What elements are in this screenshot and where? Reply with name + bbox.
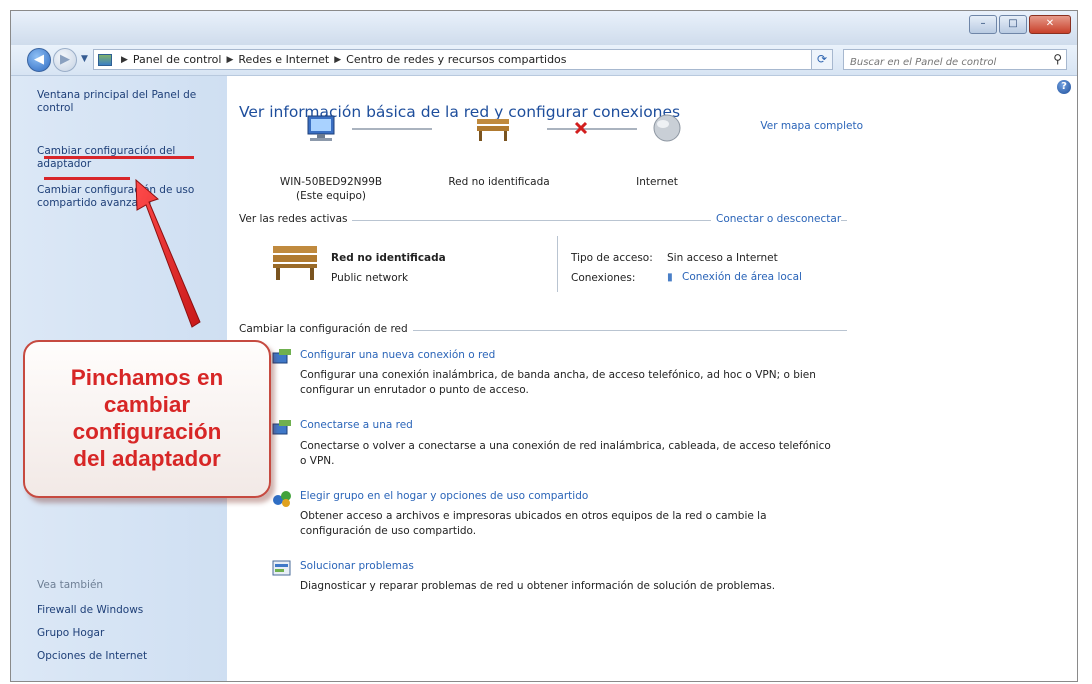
search-box[interactable]: ⚲ (843, 49, 1067, 72)
internet-node-label: Internet (636, 176, 678, 188)
main-content: ? Ver información básica de la red y con… (227, 76, 1077, 681)
breadcrumb-redes-e-internet[interactable]: Redes e Internet (238, 53, 329, 66)
connect-to-network-link[interactable]: Conectarse a una red (300, 419, 413, 431)
maximize-button[interactable]: □ (999, 15, 1027, 34)
control-panel-home-link[interactable]: Ventana principal del Panel de control (37, 89, 207, 115)
see-also-firewall-link[interactable]: Firewall de Windows (37, 604, 143, 617)
connect-to-network-desc-2: o VPN. (300, 455, 335, 467)
new-connection-icon (272, 349, 291, 364)
computer-icon (307, 115, 335, 141)
address-bar[interactable]: ▶ Panel de control ▶ Redes e Internet ▶ … (93, 49, 833, 70)
navigation-bar: ◀ ▶ ▼ ▶ Panel de control ▶ Redes e Inter… (11, 45, 1077, 76)
close-button[interactable]: ✕ (1029, 15, 1071, 34)
connection-plug-icon: ▮ (667, 271, 673, 283)
this-computer-caption: (Este equipo) (296, 190, 366, 202)
help-icon[interactable]: ? (1057, 80, 1071, 94)
callout-line-2: cambiar (103, 392, 191, 417)
breadcrumb-centro-de-redes[interactable]: Centro de redes y recursos compartidos (346, 53, 566, 66)
callout-line-4: del adaptador (73, 446, 221, 471)
breadcrumb-separator-icon[interactable]: ▶ (121, 55, 128, 65)
homegroup-sharing-link[interactable]: Elegir grupo en el hogar y opciones de u… (300, 490, 588, 502)
connect-or-disconnect-link[interactable]: Conectar o desconectar (711, 213, 842, 225)
callout-line-3: configuración (72, 419, 222, 444)
minimize-button[interactable]: – (969, 15, 997, 34)
see-also-internet-options-link[interactable]: Opciones de Internet (37, 650, 147, 663)
control-panel-icon (98, 53, 112, 66)
title-bar: – □ ✕ (11, 11, 1077, 45)
public-network-bench-icon (273, 246, 317, 280)
this-computer-node: WIN-50BED92N99B (Este equipo) (279, 175, 383, 203)
callout-line-1: Pinchamos en (70, 365, 224, 390)
access-type-label: Tipo de acceso: (571, 252, 653, 264)
setup-new-connection-link[interactable]: Configurar una nueva conexión o red (300, 349, 495, 361)
connect-to-network-icon (272, 420, 291, 435)
control-panel-window: – □ ✕ ◀ ▶ ▼ ▶ Panel de control ▶ Redes e… (10, 10, 1078, 682)
annotation-underline (44, 177, 130, 180)
active-network-type: Public network (331, 272, 409, 284)
refresh-icon[interactable]: ⟳ (811, 49, 833, 70)
active-networks-heading: Ver las redes activas (239, 213, 353, 225)
homegroup-sharing-desc-1: Obtener acceso a archivos e impresoras u… (300, 510, 767, 522)
network-node-label: Red no identificada (448, 176, 550, 188)
computer-name-label: WIN-50BED92N99B (279, 176, 383, 188)
search-icon[interactable]: ⚲ (1053, 52, 1062, 66)
advanced-sharing-settings-link[interactable]: Cambiar configuración de uso compartido … (37, 184, 194, 210)
homegroup-icon (273, 491, 291, 507)
access-type-value: Sin acceso a Internet (667, 252, 778, 264)
setup-new-connection-desc-1: Configurar una conexión inalámbrica, de … (300, 369, 816, 381)
back-button[interactable]: ◀ (27, 48, 51, 72)
troubleshoot-problems-link[interactable]: Solucionar problemas (300, 560, 414, 572)
recent-pages-dropdown-icon[interactable]: ▼ (81, 54, 88, 64)
unidentified-network-bench-icon (477, 119, 509, 141)
forward-button[interactable]: ▶ (53, 48, 77, 72)
breadcrumb-panel-de-control[interactable]: Panel de control (133, 53, 222, 66)
network-details-separator (557, 236, 558, 292)
active-network-name: Red no identificada (331, 252, 446, 264)
window-controls: – □ ✕ (969, 15, 1071, 34)
view-full-map-link[interactable]: Ver mapa completo (760, 120, 863, 132)
annotation-underline (44, 156, 194, 159)
instruction-callout: Pinchamos en cambiar configuración del a… (23, 340, 271, 498)
internet-globe-icon (653, 114, 681, 142)
see-also-heading: Vea también (37, 579, 104, 591)
network-map (307, 114, 681, 142)
troubleshoot-problems-desc: Diagnosticar y reparar problemas de red … (300, 580, 776, 592)
breadcrumb-separator-icon[interactable]: ▶ (226, 55, 233, 65)
connect-to-network-desc-1: Conectarse o volver a conectarse a una c… (300, 440, 831, 452)
connections-label: Conexiones: (571, 272, 636, 284)
homegroup-sharing-desc-2: configuración de uso compartido. (300, 525, 477, 537)
see-also-homegroup-link[interactable]: Grupo Hogar (37, 627, 104, 640)
change-adapter-settings-line2: adaptador (37, 158, 92, 170)
troubleshoot-icon (272, 560, 291, 576)
search-input[interactable] (848, 53, 1048, 72)
advanced-sharing-line1: Cambiar configuración de uso (37, 184, 195, 196)
change-settings-heading: Cambiar la configuración de red (239, 323, 413, 335)
advanced-sharing-line2: compartido avanzado (37, 197, 152, 209)
setup-new-connection-desc-2: configurar un enrutador o punto de acces… (300, 384, 529, 396)
local-area-connection-link[interactable]: Conexión de área local (682, 271, 802, 283)
breadcrumb-separator-icon[interactable]: ▶ (334, 55, 341, 65)
